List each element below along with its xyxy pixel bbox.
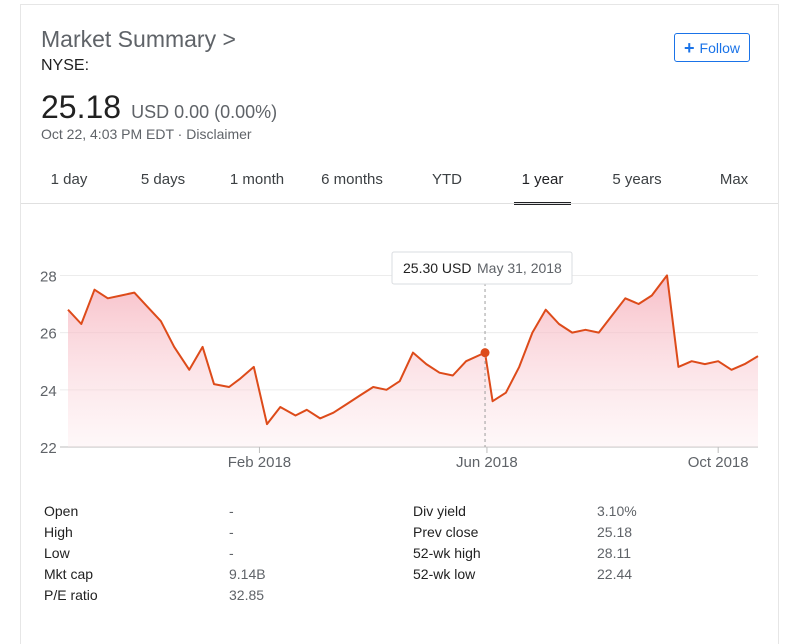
tooltip-value: 25.30 USD [403, 260, 471, 276]
stat-label: Mkt cap [44, 566, 94, 582]
stat-value: 22.44 [597, 566, 633, 582]
y-tick-label: 22 [40, 440, 57, 457]
stat-label: High [44, 524, 73, 540]
stat-label: P/E ratio [44, 587, 98, 603]
stat-label: Div yield [413, 503, 466, 519]
x-tick-label: Jun 2018 [456, 454, 518, 471]
y-tick-label: 28 [40, 268, 57, 285]
chart-area-layer [68, 275, 758, 447]
x-tick-label: Feb 2018 [228, 454, 291, 471]
stat-label: Open [44, 503, 79, 519]
price-chart[interactable]: 28 26 24 22 Feb 2018 Jun 2018 Oct 2018 25.30 U… [0, 0, 795, 480]
stat-value: 32.85 [229, 587, 265, 603]
stat-value: 3.10% [597, 503, 637, 519]
stat-value: 28.11 [597, 545, 631, 561]
x-tick-label: Oct 2018 [688, 454, 749, 471]
stat-label: 52-wk high [413, 545, 481, 561]
tooltip-date: May 31, 2018 [477, 260, 562, 276]
tooltip-point [480, 348, 490, 358]
stat-label: Prev close [413, 524, 479, 540]
stat-value: - [229, 545, 234, 561]
y-tick-label: 24 [40, 383, 57, 400]
y-tick-label: 26 [40, 326, 57, 343]
stat-value: 25.18 [597, 524, 633, 540]
stat-value: - [229, 503, 234, 519]
stat-label: 52-wk low [413, 566, 476, 582]
stat-label: Low [44, 545, 70, 561]
stat-value: 9.14B [229, 566, 266, 582]
price-area-fill [68, 275, 758, 447]
stat-value: - [229, 524, 234, 540]
